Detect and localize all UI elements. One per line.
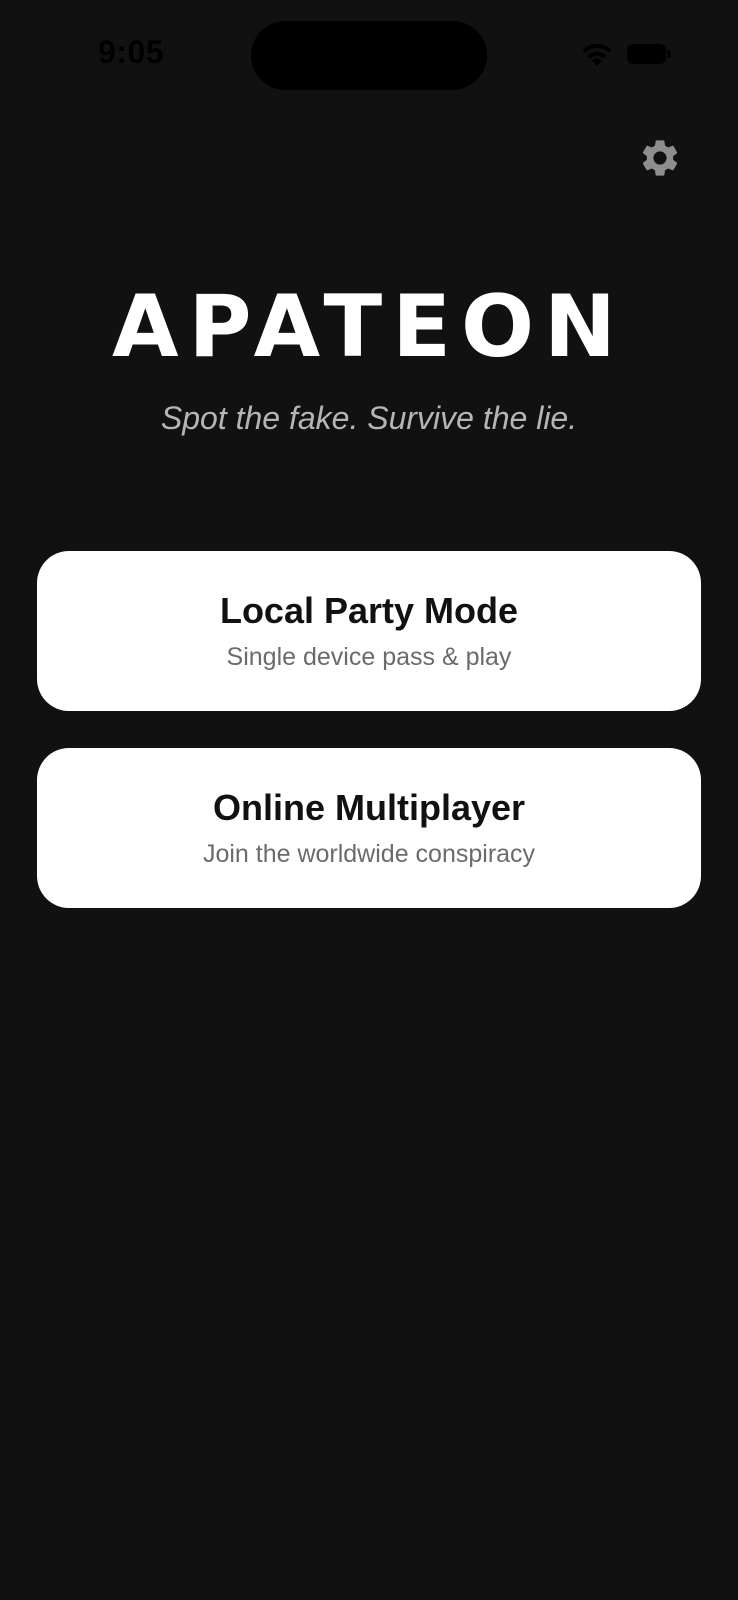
gear-icon <box>642 140 678 176</box>
dynamic-island <box>251 21 487 90</box>
online-multiplayer-button[interactable]: Online Multiplayer Join the worldwide co… <box>37 748 701 908</box>
wifi-icon <box>582 43 612 66</box>
tagline: Spot the fake. Survive the lie. <box>160 400 578 436</box>
settings-button[interactable] <box>632 130 688 186</box>
card-subtitle: Single device pass & play <box>226 643 512 671</box>
battery-icon <box>627 44 671 64</box>
card-title: Online Multiplayer <box>212 787 526 828</box>
status-time: 9:05 <box>98 34 165 70</box>
status-bar: 9:05 <box>0 0 738 110</box>
local-party-mode-button[interactable]: Local Party Mode Single device pass & pl… <box>37 551 701 711</box>
app-title: APATEON <box>111 277 627 377</box>
card-subtitle: Join the worldwide conspiracy <box>202 840 536 868</box>
card-title: Local Party Mode <box>219 590 519 631</box>
